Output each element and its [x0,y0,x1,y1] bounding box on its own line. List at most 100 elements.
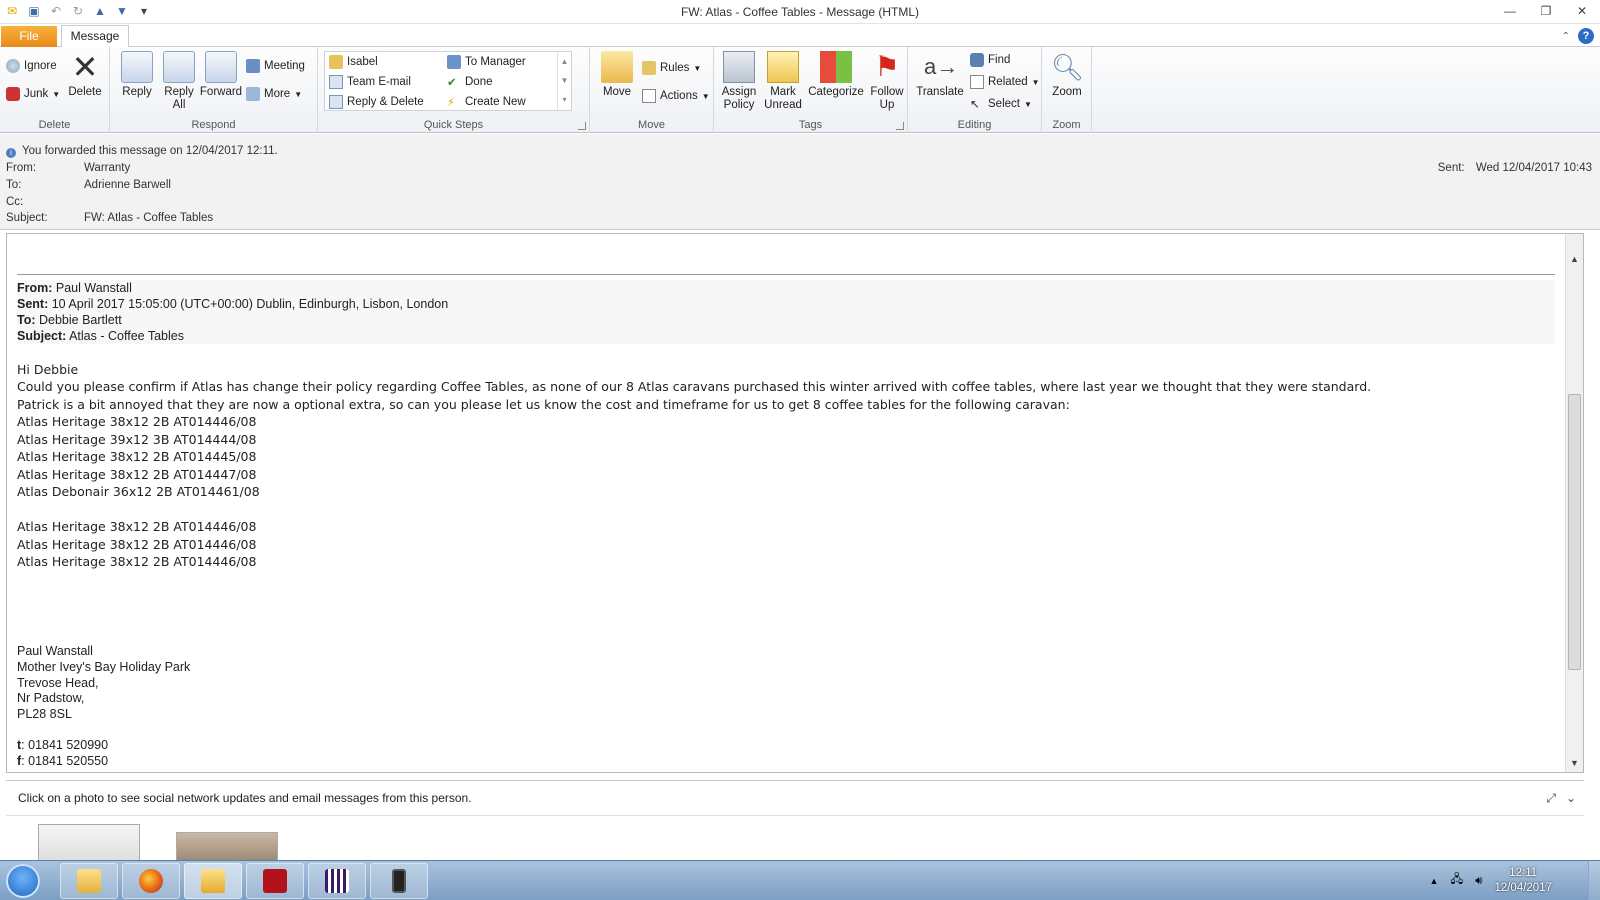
collapse-ribbon-icon[interactable]: ⌃ [1562,31,1570,42]
caravan-item: Atlas Heritage 38x12 2B AT014447/08 [17,467,257,482]
junk-button[interactable]: Junk ▼ [6,85,60,103]
ignore-icon [6,59,20,73]
calendar-app-taskbar-button[interactable] [308,863,366,899]
help-icon[interactable]: ? [1578,28,1594,44]
reply-button[interactable]: Reply [114,51,160,99]
quickstep-isabel-icon [329,55,343,69]
contact-photo-placeholder[interactable] [38,824,140,864]
move-label: Move [602,86,632,98]
body-scrollbar[interactable]: ▲ ▼ [1565,234,1583,772]
rules-button[interactable]: Rules ▼ [642,59,701,77]
folder-move-icon [601,51,633,83]
delete-label: Delete [68,86,102,98]
scroll-thumb[interactable] [1568,394,1581,670]
quick-steps-group-label: Quick Steps [423,119,484,131]
network-icon[interactable]: 🖧︎ [1450,872,1463,891]
caravan-item: Atlas Heritage 39x12 3B AT014444/08 [17,432,257,447]
categorize-button[interactable]: Categorize [808,51,864,99]
fwd-sent-label: Sent: [17,297,49,311]
actions-button[interactable]: Actions ▼ [642,87,710,105]
gallery-scroll[interactable]: ▲ ▼ ▾ [557,52,571,110]
quickstep-isabel[interactable]: Isabel [329,53,378,71]
title-bar: ✉ ▣ ↶ ↻ ▲ ▼ ▾ FW: Atlas - Coffee Tables … [0,0,1600,24]
reply-delete-icon [329,95,343,109]
fwd-sent-value: 10 April 2017 15:05:00 (UTC+00:00) Dubli… [48,297,449,311]
categorize-label: Categorize [808,86,864,98]
outlook-taskbar-button[interactable] [184,863,242,899]
quickstep-reply-delete[interactable]: Reply & Delete [329,93,424,111]
explorer-taskbar-button[interactable] [60,863,118,899]
paragraph-2: Patrick is a bit annoyed that they are n… [17,397,1070,412]
acrobat-taskbar-button[interactable] [246,863,304,899]
quickstep-to-manager[interactable]: To Manager [447,53,526,71]
meeting-button[interactable]: Meeting [246,57,305,75]
volume-icon[interactable]: 🔊︎ [1475,875,1482,888]
caravan-item: Atlas Heritage 38x12 2B AT014446/08 [17,519,257,534]
junk-icon [6,87,20,101]
people-pane-message: Click on a photo to see social network u… [18,791,472,805]
envelope-icon [767,51,799,83]
ignore-button[interactable]: Ignore [6,57,57,75]
signature-line: PL28 8SL [17,707,72,721]
restore-button[interactable]: ❐ [1528,0,1564,22]
more-label: More [264,88,291,100]
collapse-pane-icon[interactable]: ⌄ [1566,791,1576,806]
related-button[interactable]: Related ▼ [970,73,1040,91]
message-body[interactable]: From: Paul Wanstall Sent: 10 April 2017 … [6,233,1584,773]
sent-label: Sent: [1437,162,1465,174]
start-button[interactable] [6,864,40,898]
reply-all-button[interactable]: Reply All [156,51,202,112]
more-button[interactable]: More ▼ [246,85,302,103]
related-label: Related [988,76,1028,88]
show-hidden-icons-icon[interactable]: ▲ [1429,876,1438,886]
assign-policy-button[interactable]: Assign Policy [716,51,762,112]
move-button[interactable]: Move [594,51,640,99]
forward-icon [205,51,237,83]
close-button[interactable]: ✕ [1564,0,1600,22]
cursor-icon: ↖ [970,99,980,111]
respond-group: Reply Reply All Forward Meeting More ▼ R… [110,47,318,133]
expand-pane-icon[interactable]: ⤢ [1546,791,1556,806]
red-flag-icon: ⚑ [874,51,900,82]
categorize-icon [820,51,852,83]
quickstep-create-new[interactable]: ⚡ Create New [447,93,526,111]
sent-value: Wed 12/04/2017 10:43 [1475,162,1592,174]
quickstep-label: Done [465,76,493,88]
people-pane: Click on a photo to see social network u… [6,780,1584,872]
minimize-button[interactable]: — [1492,0,1528,22]
editing-group: a→ Translate Find Related ▼ ↖ Select ▼ E… [908,47,1042,133]
tab-message[interactable]: Message [61,25,129,48]
from-value[interactable]: Warranty [84,162,130,174]
phone-app-taskbar-button[interactable] [370,863,428,899]
fwd-from-label: From: [17,281,53,295]
ribbon: Ignore Junk ▼ ✕ Delete Delete Reply Repl… [0,47,1600,133]
move-group: Move Rules ▼ Actions ▼ Move [590,47,714,133]
firefox-icon [139,869,163,893]
forwarded-info-bar[interactable]: i You forwarded this message on 12/04/201… [6,145,278,158]
quickstep-done[interactable]: ✔ Done [447,73,493,91]
quickstep-team-email[interactable]: Team E-mail [329,73,411,91]
fwd-from-line: From: Paul Wanstall [17,280,1555,296]
forwarded-header: From: Paul Wanstall Sent: 10 April 2017 … [17,280,1555,344]
scroll-down-icon[interactable]: ▼ [1566,756,1583,770]
delete-group: Ignore Junk ▼ ✕ Delete Delete [0,47,110,133]
follow-up-button[interactable]: ⚑ Follow Up [864,51,910,112]
find-button[interactable]: Find [970,51,1010,69]
from-label: From: [6,162,37,174]
mark-unread-button[interactable]: Mark Unread [760,51,806,112]
to-value[interactable]: Adrienne Barwell [84,179,171,191]
show-desktop-button[interactable] [1588,861,1600,900]
fax-line: f: 01841 520550 [17,753,108,769]
signature-line: Mother Ivey's Bay Holiday Park [17,660,191,674]
firefox-taskbar-button[interactable] [122,863,180,899]
translate-button[interactable]: a→ Translate [912,51,968,99]
tab-file[interactable]: File [1,26,57,47]
scroll-up-icon[interactable]: ▲ [1566,252,1583,266]
delete-button[interactable]: ✕ Delete [62,51,108,99]
to-label: To: [6,179,22,191]
forward-button[interactable]: Forward [198,51,244,99]
reply-all-label-1: Reply [164,86,194,98]
clock[interactable]: 12:11 12/04/2017 [1494,866,1552,896]
select-button[interactable]: ↖ Select ▼ [970,95,1032,113]
zoom-button[interactable]: 🔍︎ Zoom [1044,51,1090,99]
